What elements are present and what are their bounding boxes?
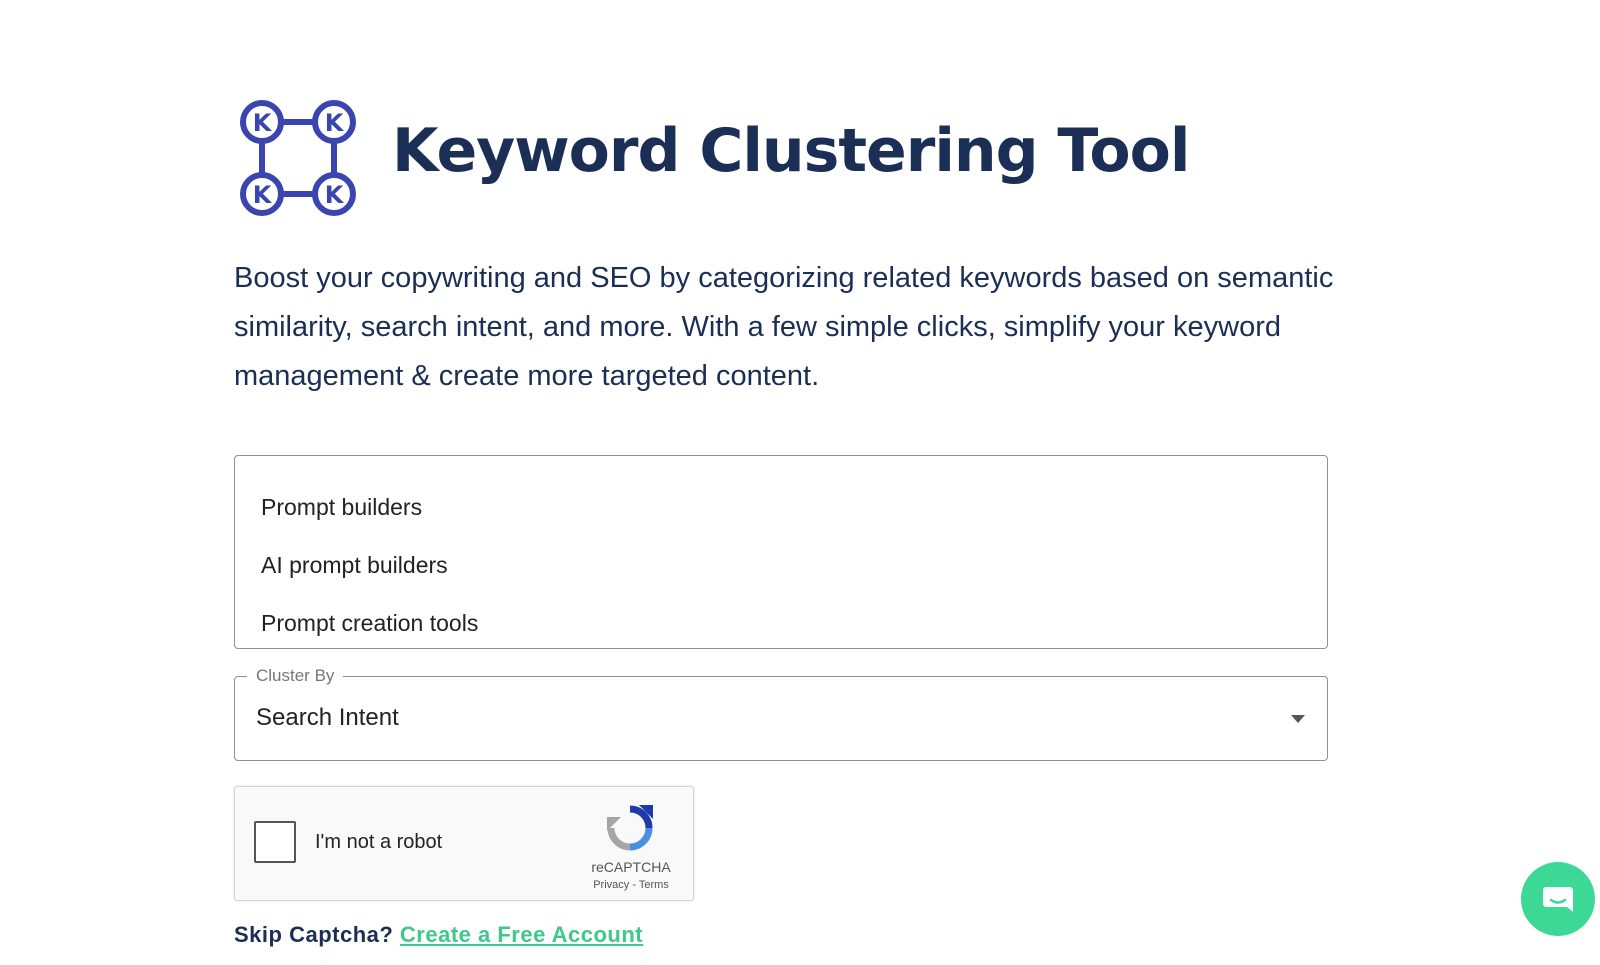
- cluster-by-select[interactable]: Cluster By Search Intent: [234, 665, 1328, 761]
- chat-launcher-button[interactable]: [1521, 862, 1595, 936]
- recaptcha-icon: [607, 805, 653, 851]
- not-robot-checkbox[interactable]: [254, 821, 296, 863]
- svg-text:K: K: [325, 181, 345, 209]
- keywords-textarea[interactable]: Prompt builders AI prompt builders Promp…: [234, 455, 1328, 649]
- header: K K K K: [236, 96, 360, 220]
- keyword-cluster-logo-icon: K K K K: [240, 100, 356, 216]
- svg-text:K: K: [253, 109, 273, 137]
- skip-captcha-prefix: Skip Captcha?: [234, 922, 400, 947]
- chat-icon: [1543, 887, 1573, 912]
- recaptcha-widget: I'm not a robot reCAPTCHA Privacy - Term…: [234, 786, 694, 901]
- chevron-down-icon[interactable]: [1291, 715, 1305, 723]
- keyword-line: Prompt creation tools: [261, 610, 479, 636]
- cluster-by-value: Search Intent: [256, 704, 399, 731]
- create-account-link[interactable]: Create a Free Account: [400, 922, 643, 947]
- recaptcha-brand: reCAPTCHA: [591, 859, 671, 875]
- page-title: Keyword Clustering Tool: [392, 116, 1190, 186]
- svg-text:K: K: [253, 181, 273, 209]
- captcha-label: I'm not a robot: [315, 831, 443, 853]
- cluster-by-label: Cluster By: [247, 665, 344, 687]
- keyword-line: AI prompt builders: [261, 552, 448, 578]
- tool-description: Boost your copywriting and SEO by catego…: [234, 262, 1334, 392]
- keyword-line: Prompt builders: [261, 494, 423, 520]
- recaptcha-links[interactable]: Privacy - Terms: [581, 879, 681, 891]
- svg-text:K: K: [325, 109, 345, 137]
- skip-captcha-line: Skip Captcha? Create a Free Account: [234, 922, 643, 948]
